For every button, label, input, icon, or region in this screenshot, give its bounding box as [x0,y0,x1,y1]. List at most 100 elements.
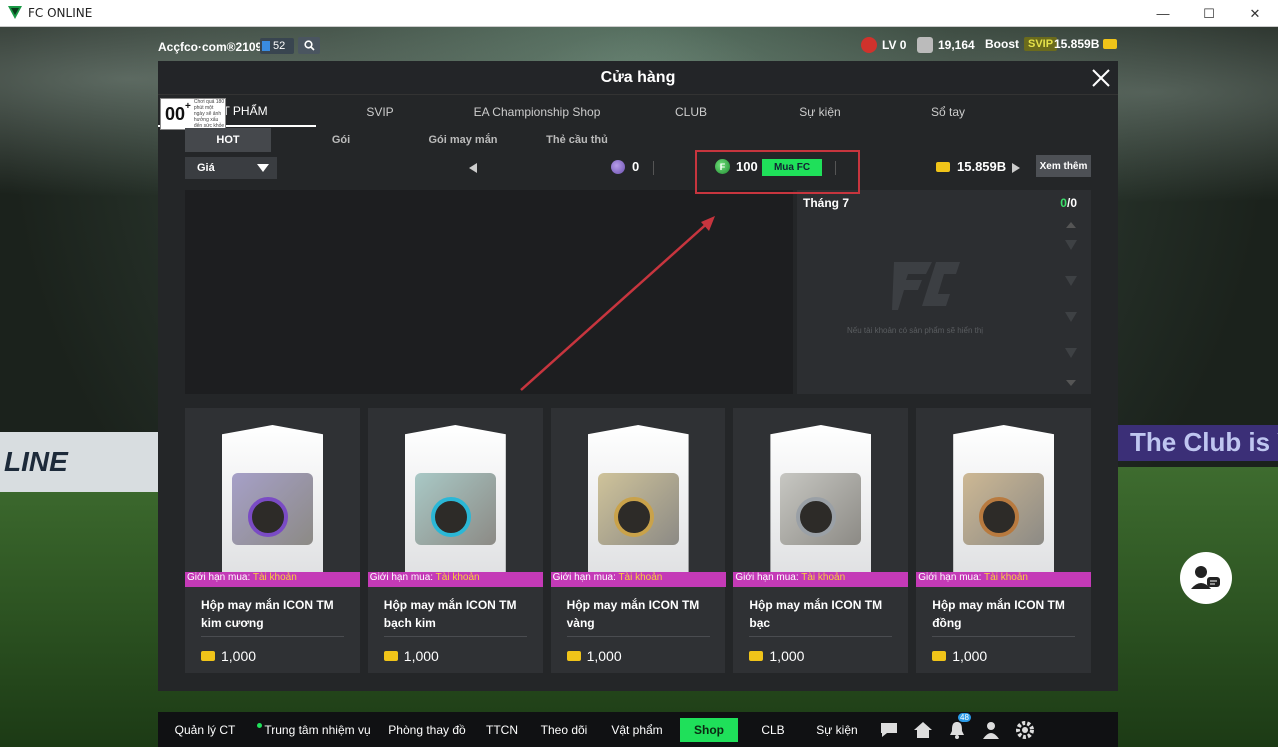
product-card[interactable]: Giới hạn mua: Tài khoản Hộp may mắn ICON … [367,408,543,673]
bottom-navigation: Quản lý CT Trung tâm nhiệm vụ Phòng thay đ… [158,712,1118,747]
main-tabs: VẬT PHẨM SVIP EA Championship Shop CLUB Sự k… [158,97,1118,127]
scroll-down-icon[interactable] [1066,380,1076,386]
lv-stat: LV 0 [861,37,906,53]
window-titlebar: FC ONLINE — ☐ ✕ [0,0,1278,27]
prev-arrow-icon[interactable] [469,163,477,173]
dropdown-arrow-icon [257,164,269,172]
nav-7[interactable]: CLB [744,718,802,742]
points-stat: 19,164 [917,37,975,53]
icon-disc [613,497,654,537]
product-image [404,425,506,579]
next-arrow-icon[interactable] [1012,163,1020,173]
calendar-empty-text: Nếu tài khoản có sản phẩm sẽ hiển thị [847,326,984,335]
subtab-3[interactable]: Thẻ cầu thủ [515,128,639,152]
store-header: Cửa hàng [158,61,1118,95]
calendar-month: Tháng 7 [803,196,850,210]
nav-3[interactable]: TTCN [476,718,528,742]
nav-0[interactable]: Quản lý CT [160,718,250,742]
minimize-button[interactable]: — [1140,0,1186,27]
calendar-scroller[interactable] [1061,220,1081,390]
product-image [770,425,872,579]
profile-icon[interactable] [980,719,1002,741]
product-card[interactable]: Giới hạn mua: Tài khoản Hộp may mắn ICON … [916,408,1092,673]
product-name: Hộp may mắn ICON TM đồng [932,598,1065,630]
product-card[interactable]: Giới hạn mua: Tài khoản Hộp may mắn ICON … [550,408,726,673]
filter-row: Giá 0 F 100 Mua FC 15.859B Xem thêm [185,155,1091,181]
nav-2[interactable]: Phòng thay đồ [378,718,476,742]
search-icon [303,40,315,51]
subtab-0[interactable]: HOT [185,128,271,152]
see-more-button[interactable]: Xem thêm [1036,155,1091,177]
playtime-warning-badge: 00 + Chơi quá 180 phút một ngày sẽ ảnh h… [160,98,226,130]
product-image [953,425,1055,579]
store-title: Cửa hàng [600,68,676,86]
lucky-box-icon [597,473,679,545]
close-window-button[interactable]: ✕ [1232,0,1278,27]
icon-disc [979,497,1020,537]
tab-2[interactable]: EA Championship Shop [444,97,630,127]
gold-bar-icon [1103,39,1118,49]
product-name: Hộp may mắn ICON TM kim cương [201,598,334,630]
divider [566,636,710,637]
flag-icon [262,41,270,51]
gold-bar-icon [566,651,581,661]
subtab-2[interactable]: Gói may mắn [411,128,515,152]
product-name: Hộp may mắn ICON TM bạc [749,598,883,630]
fc-online-app-icon [8,6,22,19]
tab-5[interactable]: Sổ tay [888,97,1008,127]
lucky-box-icon [963,473,1045,545]
lucky-box-icon [414,473,496,545]
close-store-icon[interactable] [1090,67,1112,89]
chat-icon[interactable] [878,719,900,741]
tab-3[interactable]: CLUB [630,97,752,127]
tab-4[interactable]: Sự kiện [752,97,888,127]
product-image [587,425,689,579]
product-price: 1,000 [383,648,439,664]
product-image [222,425,323,579]
gold-currency: 15.859B [936,159,1006,174]
gold-stat: 15.859B [1054,37,1118,51]
sub-tabs: HOT Gói Gói may mắn Thẻ cầu thủ [185,128,1115,152]
calendar-panel: Tháng 7 0/0 Nếu tài khoản có sản phẩm sẽ… [797,190,1091,394]
gold-bar-icon [936,161,950,172]
product-name: Hộp may mắn ICON TM vàng [566,598,700,630]
product-card[interactable]: Giới hạn mua: Tài khoản Hộp may mắn ICON … [185,408,360,673]
nav-5[interactable]: Vật phẩm [600,718,674,742]
icon-disc [796,497,837,537]
nav-4[interactable]: Theo dõi [528,718,600,742]
top-info-bar: Acçfco·com®2109u 52 LV 0 19,164 Boost SVI… [0,33,1278,59]
maximize-button[interactable]: ☐ [1186,0,1232,27]
nav-8[interactable]: Sự kiện [802,718,872,742]
purchase-limit-badge: Giới hạn mua: Tài khoản [733,572,909,587]
product-name: Hộp may mắn ICON TM bạch kim [383,598,517,630]
lucky-box-icon [232,473,313,545]
bell-icon[interactable]: 48 [946,712,971,741]
search-button[interactable] [298,37,320,54]
product-price: 1,000 [566,648,622,664]
purchase-limit-badge: Giới hạn mua: Tài khoản [916,572,1092,587]
divider [383,636,527,637]
gold-bar-icon [749,651,764,661]
product-price: 1,000 [932,648,987,664]
purple-coin-icon [611,159,625,174]
scroll-up-icon[interactable] [1066,222,1076,228]
product-price: 1,000 [201,648,256,664]
price-sort-select[interactable]: Giá [185,157,277,179]
gold-bar-icon [383,651,398,661]
nav-1[interactable]: Trung tâm nhiệm vụ [250,718,378,742]
support-chat-button[interactable] [1180,552,1232,604]
username: Acçfco·com®2109u [158,40,270,54]
home-icon[interactable] [912,719,934,741]
icon-disc [248,497,288,537]
icon-disc [430,497,471,537]
lucky-box-icon [780,473,862,545]
product-grid: Giới hạn mua: Tài khoản Hộp may mắn ICON … [185,408,1092,673]
settings-icon[interactable] [1014,719,1036,741]
product-card[interactable]: Giới hạn mua: Tài khoản Hộp may mắn ICON … [733,408,909,673]
divider [932,636,1076,637]
subtab-1[interactable]: Gói [271,128,411,152]
tab-1[interactable]: SVIP [316,97,444,127]
nav-6[interactable]: Shop [680,717,738,742]
ad-board-right: The Club is Y [1118,425,1278,461]
fc-highlight-box [695,150,860,194]
